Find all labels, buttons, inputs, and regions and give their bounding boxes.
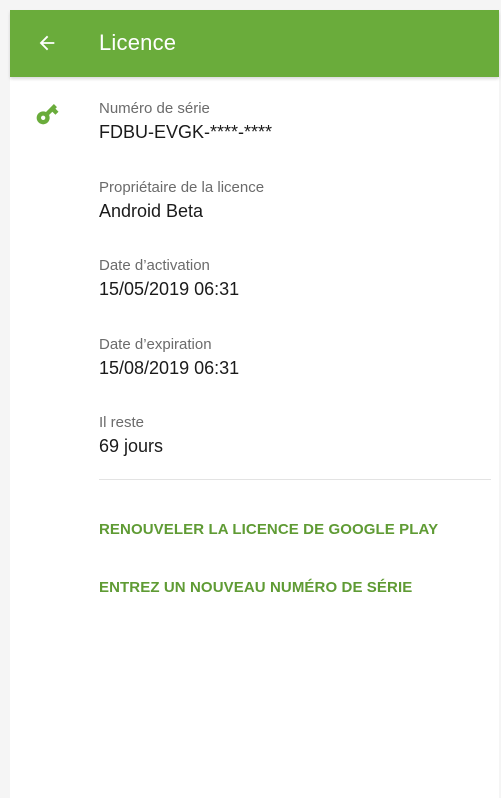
license-owner-value: Android Beta: [99, 201, 204, 221]
remaining-days-field: Il reste 69 jours: [99, 414, 163, 457]
activation-date-label: Date d’activation: [99, 257, 210, 274]
enter-serial-button[interactable]: ENTREZ UN NOUVEAU NUMÉRO DE SÉRIE: [99, 579, 412, 596]
key-icon: [36, 104, 59, 125]
remaining-days-label: Il reste: [99, 414, 145, 431]
renew-license-button[interactable]: RENOUVELER LA LICENCE DE GOOGLE PLAY: [99, 521, 438, 538]
serial-number-field: Numéro de série FDBU-EVGK-****-****: [99, 100, 272, 143]
app-bar: Licence: [10, 10, 499, 77]
expiration-date-field: Date d’expiration 15/08/2019 06:31: [99, 336, 239, 379]
arrow-left-icon: [39, 35, 55, 51]
license-owner-field: Propriétaire de la licence Android Beta: [99, 179, 264, 222]
page-title: Licence: [99, 30, 177, 55]
remaining-days-value: 69 jours: [99, 436, 164, 456]
expiration-date-value: 15/08/2019 06:31: [99, 358, 240, 378]
back-button[interactable]: [32, 28, 62, 58]
license-owner-label: Propriétaire de la licence: [99, 179, 265, 196]
activation-date-value: 15/05/2019 06:31: [99, 279, 240, 299]
status-strip: [0, 0, 501, 10]
serial-number-value: FDBU-EVGK-****-****: [99, 122, 273, 142]
expiration-date-label: Date d’expiration: [99, 336, 212, 353]
serial-number-label: Numéro de série: [99, 100, 210, 117]
license-screen: Licence Numéro de série FDBU-EVGK-****-*…: [0, 0, 501, 798]
divider: [99, 479, 491, 480]
left-edge: [0, 0, 10, 798]
activation-date-field: Date d’activation 15/05/2019 06:31: [99, 257, 239, 300]
